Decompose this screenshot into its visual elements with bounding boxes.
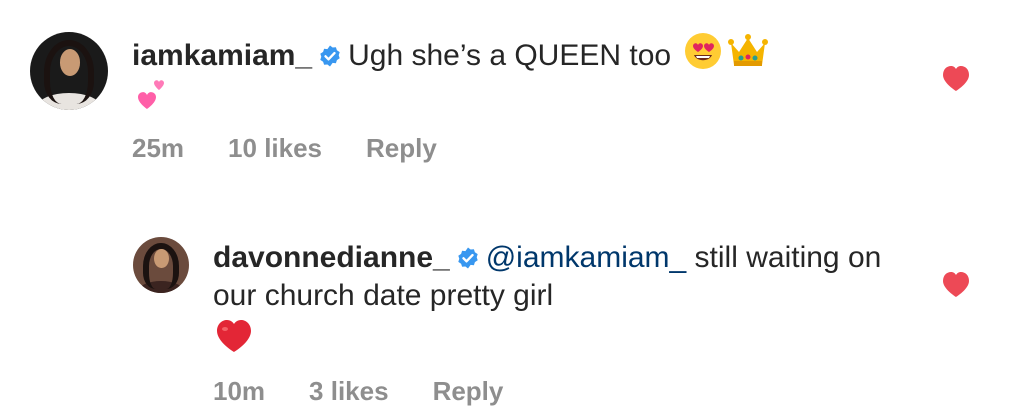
avatar-face	[154, 249, 169, 269]
comment-text-block: iamkamiam_ Ugh she’s a QUEEN too	[132, 31, 932, 119]
likes-count[interactable]: 3 likes	[309, 376, 389, 407]
avatar[interactable]	[30, 32, 108, 110]
crown-icon	[728, 34, 769, 66]
two-hearts-icon	[138, 80, 164, 109]
comment-text: Ugh she’s a QUEEN too	[348, 39, 672, 72]
reply-button[interactable]: Reply	[366, 133, 437, 164]
username[interactable]: davonnedianne_	[213, 241, 450, 274]
heart-eyes-icon	[685, 33, 722, 69]
comment-meta: 10m 3 likes Reply	[213, 376, 503, 407]
avatar-face	[59, 49, 80, 76]
red-heart-icon	[217, 320, 251, 352]
verified-badge-icon	[320, 45, 340, 67]
likes-count[interactable]: 10 likes	[228, 133, 322, 164]
timestamp: 10m	[213, 376, 266, 406]
timestamp: 25m	[132, 133, 185, 163]
mention-link[interactable]: @iamkamiam_	[486, 241, 687, 274]
username[interactable]: iamkamiam_	[132, 39, 312, 72]
reply-button[interactable]: Reply	[433, 376, 504, 407]
comment-item: iamkamiam_ Ugh she’s a QUEEN too 25m 10 l…	[0, 0, 1024, 190]
comment-meta: 25m 10 likes Reply	[132, 133, 437, 164]
reply-comment-item: davonnedianne_ @iamkamiam_ still waiting …	[0, 215, 1024, 420]
like-heart-icon[interactable]	[941, 270, 971, 298]
verified-badge-icon	[458, 247, 478, 269]
like-heart-icon[interactable]	[941, 64, 971, 92]
avatar[interactable]	[133, 237, 189, 293]
comment-text-block: davonnedianne_ @iamkamiam_ still waiting …	[213, 239, 893, 359]
